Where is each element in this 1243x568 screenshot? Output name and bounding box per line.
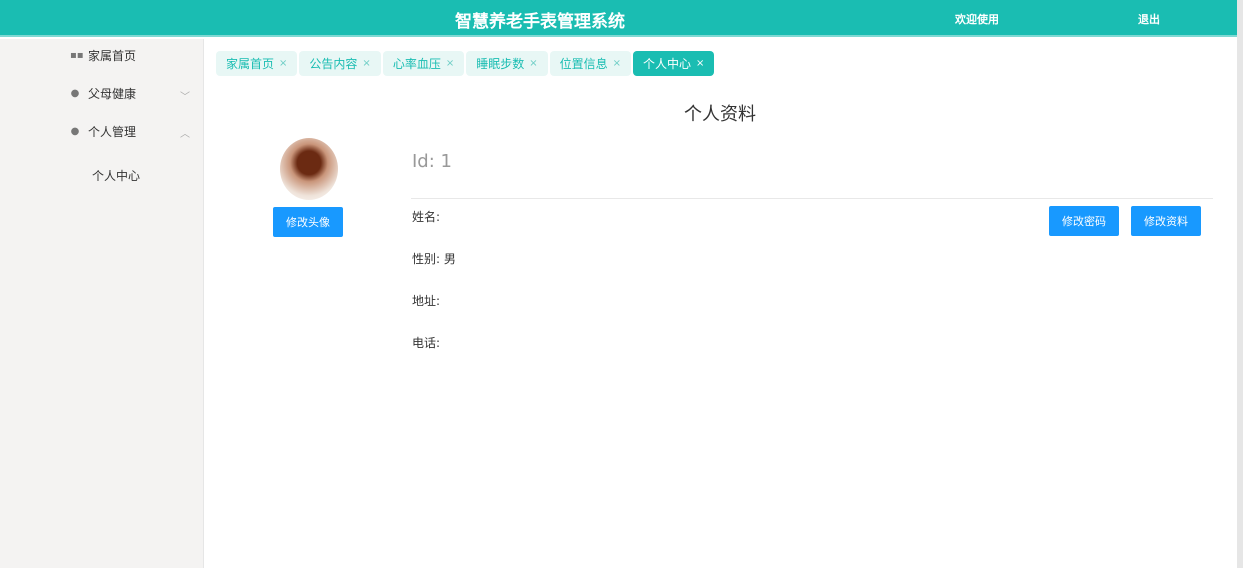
sidebar-subitem-personal-center[interactable]: 个人中心 <box>92 167 140 184</box>
page-title: 个人资料 <box>684 104 756 125</box>
location-icon: ● <box>70 88 80 99</box>
divider <box>411 198 1213 199</box>
gender-field: 性别: 男 <box>412 252 456 266</box>
app-title: 智慧养老手表管理系统 <box>455 12 625 32</box>
tab-personal-center[interactable]: 个人中心 × <box>633 51 715 76</box>
tab-location[interactable]: 位置信息 × <box>549 51 632 76</box>
sidebar-item-parent-health[interactable]: ● 父母健康 <box>70 85 136 102</box>
chevron-up-icon[interactable]: ︿ <box>180 125 190 140</box>
tab-label: 家属首页 <box>226 57 275 71</box>
change-avatar-button[interactable]: 修改头像 <box>273 207 343 237</box>
edit-profile-button[interactable]: 修改资料 <box>1131 206 1201 236</box>
user-id: Id: 1 <box>412 151 452 172</box>
tab-label: 心率血压 <box>392 57 441 71</box>
close-icon[interactable]: × <box>446 58 454 69</box>
sidebar: ▪▪ 家属首页 ● 父母健康 ﹀ ● 个人管理 ︿ 个人中心 <box>0 39 204 568</box>
top-header: 智慧养老手表管理系统 欢迎使用 退出 <box>0 0 1237 37</box>
close-icon[interactable]: × <box>696 58 704 69</box>
name-field: 姓名: <box>412 210 441 224</box>
tab-family-home[interactable]: 家属首页 × <box>216 51 298 76</box>
close-icon[interactable]: × <box>613 58 621 69</box>
tab-announcements[interactable]: 公告内容 × <box>299 51 381 76</box>
welcome-text: 欢迎使用 <box>955 13 999 26</box>
tab-label: 个人中心 <box>643 57 692 71</box>
scrollbar[interactable] <box>1237 0 1243 568</box>
sidebar-item-label: 个人管理 <box>88 125 137 139</box>
sidebar-item-personal[interactable]: ● 个人管理 <box>70 123 136 140</box>
tab-label: 位置信息 <box>559 57 608 71</box>
avatar <box>280 138 338 200</box>
location-icon: ● <box>70 126 80 137</box>
tab-label: 睡眠步数 <box>476 57 525 71</box>
tab-bar: 家属首页 × 公告内容 × 心率血压 × 睡眠步数 × 位置信息 × 个人中心 × <box>216 51 715 76</box>
change-password-button[interactable]: 修改密码 <box>1049 206 1119 236</box>
tab-heart-rate[interactable]: 心率血压 × <box>382 51 465 76</box>
close-icon[interactable]: × <box>279 58 287 69</box>
tab-label: 公告内容 <box>309 57 358 71</box>
address-field: 地址: <box>412 294 441 308</box>
chevron-down-icon[interactable]: ﹀ <box>180 88 190 103</box>
logout-link[interactable]: 退出 <box>1138 11 1160 27</box>
phone-field: 电话: <box>412 336 441 350</box>
sidebar-item-label: 家属首页 <box>88 49 137 63</box>
close-icon[interactable]: × <box>529 58 537 69</box>
grid-icon: ▪▪ <box>70 50 84 61</box>
tab-sleep-steps[interactable]: 睡眠步数 × <box>466 51 548 76</box>
sidebar-item-label: 父母健康 <box>88 87 137 101</box>
close-icon[interactable]: × <box>362 58 370 69</box>
sidebar-item-home[interactable]: ▪▪ 家属首页 <box>70 47 136 64</box>
